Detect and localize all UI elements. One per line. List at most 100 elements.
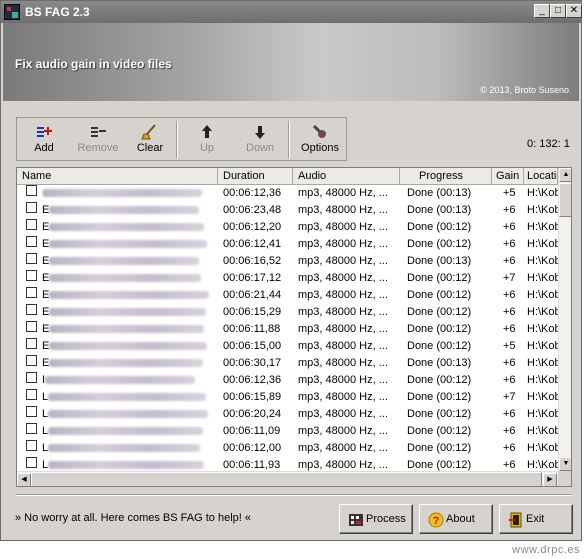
- scroll-right-arrow[interactable]: ▶: [543, 473, 557, 486]
- file-name-cell: E: [42, 202, 214, 219]
- vertical-scroll-thumb[interactable]: [559, 183, 571, 217]
- audio-cell: mp3, 48000 Hz, ...: [298, 340, 388, 352]
- row-checkbox[interactable]: [26, 236, 37, 247]
- table-row[interactable]: L 00:06:15,89 mp3, 48000 Hz, ... Done (00:1…: [17, 389, 558, 406]
- remove-icon: [89, 124, 107, 140]
- row-checkbox[interactable]: [26, 423, 37, 434]
- duration-cell: 00:06:30,17: [223, 357, 282, 369]
- file-name-cell: E: [42, 338, 214, 355]
- row-checkbox[interactable]: [26, 406, 37, 417]
- toolbar: Add Remove Clear Up Down Options: [16, 117, 347, 161]
- location-cell: H:\Kob: [527, 391, 558, 403]
- file-name-visible: E: [42, 357, 50, 369]
- duration-cell: 00:06:23,48: [223, 204, 282, 216]
- exit-button[interactable]: Exit: [499, 504, 573, 534]
- scroll-up-arrow[interactable]: ▲: [559, 168, 571, 182]
- obscured-file-name: [48, 410, 209, 419]
- file-name-cell: [42, 185, 214, 202]
- row-checkbox[interactable]: [26, 372, 37, 383]
- table-row[interactable]: L 00:06:11,09 mp3, 48000 Hz, ... Done (00:1…: [17, 423, 558, 440]
- minimize-button[interactable]: _: [534, 4, 550, 18]
- column-header-progress[interactable]: Progress: [400, 168, 492, 185]
- row-checkbox[interactable]: [26, 457, 37, 468]
- file-name-cell: E: [42, 355, 214, 372]
- gain-cell: +6: [503, 425, 516, 437]
- maximize-button[interactable]: □: [550, 4, 566, 18]
- audio-cell: mp3, 48000 Hz, ...: [298, 374, 388, 386]
- row-checkbox[interactable]: [26, 304, 37, 315]
- close-button[interactable]: ✕: [566, 4, 582, 18]
- row-checkbox[interactable]: [26, 440, 37, 451]
- gain-cell: +6: [503, 442, 516, 454]
- audio-cell: mp3, 48000 Hz, ...: [298, 187, 388, 199]
- row-checkbox[interactable]: [26, 321, 37, 332]
- column-header-duration[interactable]: Duration: [218, 168, 293, 185]
- file-name-cell: E: [42, 236, 214, 253]
- title-bar[interactable]: BS FAG 2.3 _ □ ✕: [1, 1, 582, 23]
- table-row[interactable]: L 00:06:20,24 mp3, 48000 Hz, ... Done (00:1…: [17, 406, 558, 423]
- down-button[interactable]: Down: [237, 120, 283, 158]
- row-checkbox[interactable]: [26, 287, 37, 298]
- table-row[interactable]: E 00:06:17,12 mp3, 48000 Hz, ... Done (00:1…: [17, 270, 558, 287]
- table-row[interactable]: E 00:06:11,88 mp3, 48000 Hz, ... Done (00:1…: [17, 321, 558, 338]
- table-row[interactable]: 00:06:12,36 mp3, 48000 Hz, ... Done (00:13…: [17, 185, 558, 202]
- up-button[interactable]: Up: [184, 120, 230, 158]
- row-checkbox[interactable]: [26, 270, 37, 281]
- row-checkbox[interactable]: [26, 219, 37, 230]
- row-checkbox[interactable]: [26, 338, 37, 349]
- table-row[interactable]: E 00:06:15,29 mp3, 48000 Hz, ... Done (00:1…: [17, 304, 558, 321]
- row-checkbox[interactable]: [26, 355, 37, 366]
- app-icon[interactable]: [4, 4, 20, 20]
- scroll-left-arrow[interactable]: ◀: [17, 473, 31, 486]
- location-cell: H:\Kob: [527, 408, 558, 420]
- table-row[interactable]: L 00:06:12,00 mp3, 48000 Hz, ... Done (00:1…: [17, 440, 558, 457]
- table-row[interactable]: I 00:06:12,36 mp3, 48000 Hz, ... Done (00:1…: [17, 372, 558, 389]
- remove-button[interactable]: Remove: [73, 120, 123, 158]
- progress-cell: Done (00:12): [407, 391, 472, 403]
- scroll-down-arrow[interactable]: ▼: [559, 457, 571, 471]
- about-button[interactable]: ? About: [419, 504, 493, 534]
- row-checkbox[interactable]: [26, 185, 37, 196]
- table-row[interactable]: E 00:06:30,17 mp3, 48000 Hz, ... Done (00:1…: [17, 355, 558, 372]
- clear-icon: [141, 124, 159, 140]
- horizontal-scroll-thumb[interactable]: [31, 472, 542, 486]
- file-name-cell: L: [42, 423, 214, 440]
- table-row[interactable]: E 00:06:15,00 mp3, 48000 Hz, ... Done (00:1…: [17, 338, 558, 355]
- table-row[interactable]: E 00:06:23,48 mp3, 48000 Hz, ... Done (00:1…: [17, 202, 558, 219]
- column-header-gain[interactable]: Gain: [492, 168, 524, 185]
- table-row[interactable]: E 00:06:12,20 mp3, 48000 Hz, ... Done (00:1…: [17, 219, 558, 236]
- obscured-file-name: [49, 359, 204, 368]
- file-name-visible: E: [42, 255, 50, 267]
- vertical-scrollbar[interactable]: ▲ ▼: [558, 168, 571, 471]
- row-checkbox[interactable]: [26, 389, 37, 400]
- column-header-name[interactable]: Name: [17, 168, 218, 185]
- gain-cell: +6: [503, 289, 516, 301]
- file-list[interactable]: Name Duration Audio Progress Gain Locati…: [16, 167, 572, 487]
- progress-cell: Done (00:13): [407, 255, 472, 267]
- location-cell: H:\Kob: [527, 340, 558, 352]
- add-button[interactable]: Add: [21, 120, 67, 158]
- clear-button[interactable]: Clear: [129, 120, 171, 158]
- column-header-location[interactable]: Location: [524, 168, 558, 185]
- location-cell: H:\Kob: [527, 289, 558, 301]
- file-name-cell: E: [42, 287, 214, 304]
- file-name-cell: L: [42, 389, 214, 406]
- row-checkbox[interactable]: [26, 202, 37, 213]
- table-row[interactable]: E 00:06:21,44 mp3, 48000 Hz, ... Done (00:1…: [17, 287, 558, 304]
- gain-cell: +6: [503, 408, 516, 420]
- row-checkbox[interactable]: [26, 253, 37, 264]
- duration-cell: 00:06:11,09: [223, 425, 281, 437]
- gain-cell: +6: [503, 255, 516, 267]
- question-icon: ?: [428, 512, 444, 528]
- audio-cell: mp3, 48000 Hz, ...: [298, 306, 388, 318]
- location-cell: H:\Kob: [527, 323, 558, 335]
- column-header-audio[interactable]: Audio: [293, 168, 400, 185]
- file-name-visible: E: [42, 272, 50, 284]
- table-row[interactable]: E 00:06:16,52 mp3, 48000 Hz, ... Done (00:1…: [17, 253, 558, 270]
- process-button[interactable]: Process: [339, 504, 413, 534]
- arrow-down-icon: [251, 124, 269, 140]
- table-row[interactable]: E 00:06:12,41 mp3, 48000 Hz, ... Done (00:1…: [17, 236, 558, 253]
- progress-cell: Done (00:12): [407, 221, 472, 233]
- horizontal-scrollbar[interactable]: ◀ ▶: [17, 471, 558, 486]
- options-button[interactable]: Options: [296, 120, 344, 158]
